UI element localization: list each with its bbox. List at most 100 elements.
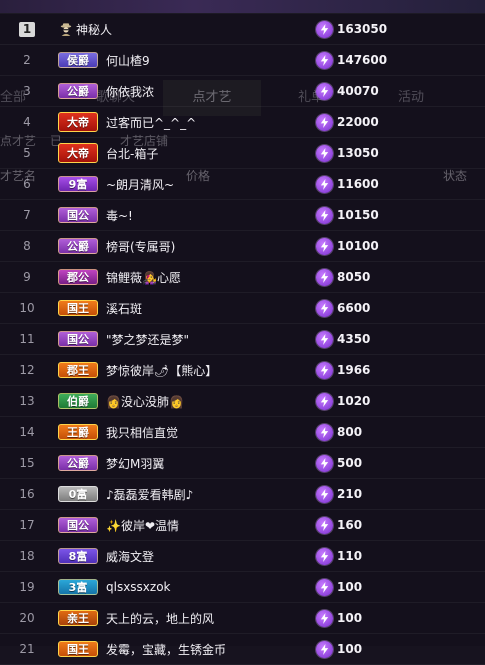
user-name[interactable]: 发霉，宝藏，生锈金币 — [106, 641, 485, 658]
ranking-row[interactable]: 18 8富 威海文登 110 — [0, 541, 485, 572]
score: 13050 — [316, 138, 379, 168]
ranking-row[interactable]: 8 公爵 榜哥(专属哥) 10100 — [0, 231, 485, 262]
score: 6600 — [316, 293, 370, 323]
user-name[interactable]: 天上的云，地上的风 — [106, 610, 485, 627]
ranking-row[interactable]: 20 亲王 天上的云，地上的风 100 — [0, 603, 485, 634]
rank-badge: 郡王 — [58, 362, 98, 378]
rank-badge-wrap: 国公 — [58, 207, 102, 223]
score-value: 500 — [337, 456, 363, 470]
user-name[interactable]: 溪石斑 — [106, 300, 485, 317]
score-value: 4350 — [337, 332, 371, 346]
rank-badge: 公爵 — [58, 455, 98, 471]
ranking-row[interactable]: 6 9富 ~朗月清风~ 11600 — [0, 169, 485, 200]
ranking-row[interactable]: 1 神秘人 163050 — [0, 13, 485, 45]
rank-badge: 国王 — [58, 641, 98, 657]
lightning-bolt-icon — [316, 237, 333, 255]
rank-badge: 国公 — [58, 207, 98, 223]
rank-badge-wrap: 国王 — [58, 300, 102, 316]
ranking-row[interactable]: 11 国公 "梦之梦还是梦" 4350 — [0, 324, 485, 355]
score-value: 40070 — [337, 84, 379, 98]
lightning-bolt-icon — [316, 20, 333, 38]
score-value: 1966 — [337, 363, 371, 377]
user-name[interactable]: 我只相信直觉 — [106, 424, 485, 441]
ranking-row[interactable]: 17 国公 ✨彼岸❤温情 160 — [0, 510, 485, 541]
score-value: 22000 — [337, 115, 379, 129]
lightning-bolt-icon — [316, 392, 333, 410]
user-name[interactable]: 梦幻M羽翼 — [106, 455, 485, 472]
user-name[interactable]: ~朗月清风~ — [106, 176, 485, 193]
score-value: 160 — [337, 518, 363, 532]
ranking-row[interactable]: 7 国公 毒~! 10150 — [0, 200, 485, 231]
lightning-bolt-icon — [316, 361, 333, 379]
user-name[interactable]: 毒~! — [106, 207, 485, 224]
score: 160 — [316, 510, 362, 540]
score: 163050 — [316, 14, 387, 44]
ranking-row[interactable]: 13 伯爵 👩没心没肺👩 1020 — [0, 386, 485, 417]
ranking-row[interactable]: 16 0富 ♪磊磊爱看韩剧♪ 210 — [0, 479, 485, 510]
lightning-bolt-icon — [316, 144, 333, 162]
score-value: 8050 — [337, 270, 371, 284]
score-value: 210 — [337, 487, 363, 501]
user-name[interactable]: 神秘人 — [76, 21, 485, 38]
rank-number: 16 — [19, 487, 35, 501]
user-name[interactable]: ♪磊磊爱看韩剧♪ — [106, 486, 485, 503]
user-name[interactable]: ✨彼岸❤温情 — [106, 517, 485, 534]
user-name[interactable]: "梦之梦还是梦" — [106, 331, 485, 348]
ranking-row[interactable]: 9 郡公 锦鲤薇👩‍🎤心愿 8050 — [0, 262, 485, 293]
score-value: 1020 — [337, 394, 371, 408]
user-name[interactable]: 过客而已^_^_^ — [106, 114, 485, 131]
rank-badge: 国公 — [58, 517, 98, 533]
score-value: 110 — [337, 549, 363, 563]
rank-number: 21 — [19, 642, 35, 656]
ranking-row[interactable]: 12 郡王 梦惊彼岸🌶【熊心】 1966 — [0, 355, 485, 386]
user-name[interactable]: 台北-箱子 — [106, 145, 485, 162]
lightning-bolt-icon — [316, 640, 333, 658]
lightning-bolt-icon — [316, 113, 333, 131]
ranking-row[interactable]: 21 国王 发霉，宝藏，生锈金币 100 — [0, 634, 485, 665]
score-value: 11600 — [337, 177, 379, 191]
rank-number: 9 — [23, 270, 31, 284]
rank-badge-wrap: 郡公 — [58, 269, 102, 285]
ranking-row[interactable]: 15 公爵 梦幻M羽翼 500 — [0, 448, 485, 479]
user-name[interactable]: 梦惊彼岸🌶【熊心】 — [106, 362, 485, 379]
rank-badge: 侯爵 — [58, 52, 98, 68]
user-name[interactable]: 锦鲤薇👩‍🎤心愿 — [106, 269, 485, 286]
ranking-row[interactable]: 2 侯爵 何山楂9 147600 — [0, 45, 485, 76]
user-name[interactable]: 榜哥(专属哥) — [106, 238, 485, 255]
rank-badge-wrap: 国王 — [58, 641, 102, 657]
score: 800 — [316, 417, 362, 447]
score-value: 147600 — [337, 53, 388, 67]
ranking-row[interactable]: 19 3富 qlsxssxzok 100 — [0, 572, 485, 603]
score: 4350 — [316, 324, 370, 354]
score-value: 10150 — [337, 208, 379, 222]
user-name[interactable]: 你依我浓 — [106, 83, 485, 100]
score: 100 — [316, 603, 362, 633]
lightning-bolt-icon — [316, 423, 333, 441]
rank-number: 13 — [19, 394, 35, 408]
rank-number: 8 — [23, 239, 31, 253]
score: 1020 — [316, 386, 370, 416]
ranking-row[interactable]: 5 大帝 台北-箱子 13050 — [0, 138, 485, 169]
ranking-row[interactable]: 10 国王 溪石斑 6600 — [0, 293, 485, 324]
lightning-bolt-icon — [316, 485, 333, 503]
ranking-row[interactable]: 4 大帝 过客而已^_^_^ 22000 — [0, 107, 485, 138]
rank-badge: 郡公 — [58, 269, 98, 285]
ranking-row[interactable]: 3 公爵 你依我浓 40070 — [0, 76, 485, 107]
rank-number: 1 — [19, 21, 35, 37]
rank-number: 12 — [19, 363, 35, 377]
score: 100 — [316, 634, 362, 664]
ranking-row[interactable]: 14 王爵 我只相信直觉 800 — [0, 417, 485, 448]
rank-number: 17 — [19, 518, 35, 532]
lightning-bolt-icon — [316, 578, 333, 596]
score: 500 — [316, 448, 362, 478]
lightning-bolt-icon — [316, 51, 333, 69]
user-name[interactable]: 👩没心没肺👩 — [106, 393, 485, 410]
rank-badge: 8富 — [58, 548, 98, 564]
lightning-bolt-icon — [316, 206, 333, 224]
rank-number: 10 — [19, 301, 35, 315]
user-name[interactable]: qlsxssxzok — [106, 580, 485, 594]
user-name[interactable]: 威海文登 — [106, 548, 485, 565]
rank-badge-wrap: 公爵 — [58, 83, 102, 99]
user-name[interactable]: 何山楂9 — [106, 52, 485, 69]
score-value: 100 — [337, 611, 363, 625]
